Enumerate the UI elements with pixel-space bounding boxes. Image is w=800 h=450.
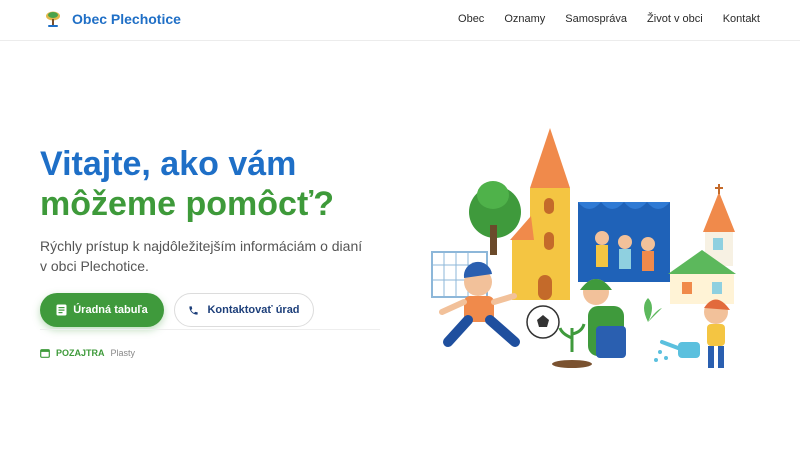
brand-name: Obec Plechotice (72, 11, 181, 27)
hero-divider (40, 329, 380, 330)
waste-notice: POZAJTRA Plasty (40, 348, 135, 358)
village-illustration (431, 128, 736, 368)
phone-icon (189, 305, 199, 315)
document-icon (56, 304, 67, 316)
calendar-icon (40, 349, 50, 358)
nav-item-oznamy[interactable]: Oznamy (504, 13, 545, 25)
tree-logo-icon (46, 11, 60, 27)
contact-office-label: Kontaktovať úrad (207, 304, 300, 316)
contact-office-button[interactable]: Kontaktovať úrad (174, 293, 314, 327)
official-board-label: Úradná tabuľa (73, 304, 148, 316)
top-navbar: Obec Plechotice Obec Oznamy Samospráva Ž… (0, 0, 800, 41)
nav-item-zivot-v-obci[interactable]: Život v obci (647, 13, 703, 25)
hero-title-line1: Vitajte, ako vám (40, 145, 297, 183)
main-nav: Obec Oznamy Samospráva Život v obci Kont… (458, 13, 760, 25)
notice-type: Plasty (110, 348, 136, 358)
hero-title: Vitajte, ako vám môžeme pomôcť? (40, 144, 334, 224)
nav-item-samosprava[interactable]: Samospráva (565, 13, 627, 25)
nav-item-obec[interactable]: Obec (458, 13, 484, 25)
brand-link[interactable]: Obec Plechotice (44, 10, 181, 28)
hero-title-line2: môžeme pomôcť? (40, 185, 334, 223)
notice-date: POZAJTRA (56, 348, 105, 358)
official-board-button[interactable]: Úradná tabuľa (40, 293, 164, 327)
hero-lead: Rýchly prístup k najdôležitejším informá… (40, 238, 363, 274)
nav-item-kontakt[interactable]: Kontakt (723, 13, 760, 25)
